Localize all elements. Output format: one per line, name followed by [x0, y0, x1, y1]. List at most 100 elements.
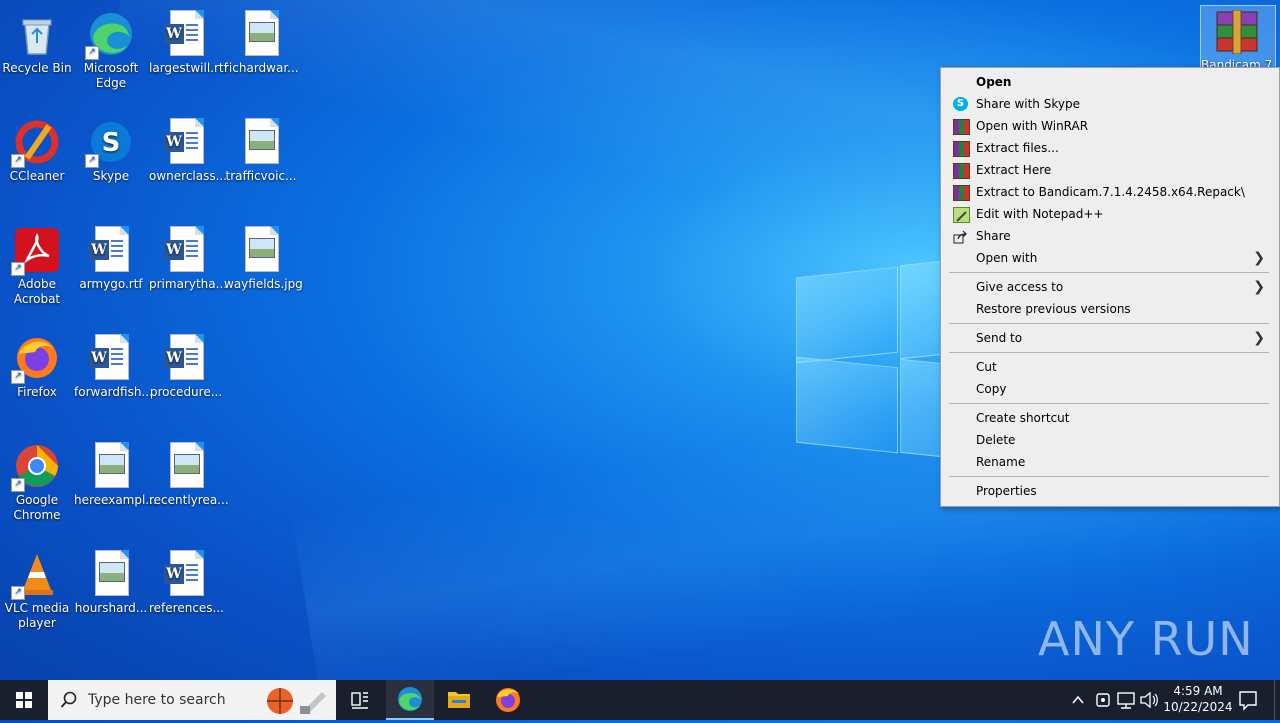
task-view-button[interactable] [336, 680, 384, 720]
menu-item-label: Cut [976, 360, 997, 374]
desktop-icon-label: armygo.rtf [79, 277, 143, 291]
desktop-icon-hereexampl[interactable]: hereexampl... [74, 438, 157, 508]
desktop-icon-recentlyrea[interactable]: recentlyrea... [149, 438, 229, 508]
desktop-icon-microsoft-edge[interactable]: ↗ Microsoft Edge [74, 6, 148, 91]
desktop-icon-adobe-acrobat[interactable]: ↗ Adobe Acrobat [0, 222, 74, 307]
desktop-icon-label: CCleaner [9, 169, 65, 183]
desktop-icon-label: Microsoft Edge [83, 61, 139, 90]
menu-item-share[interactable]: Share [943, 225, 1277, 247]
image-file-icon [237, 118, 285, 166]
desktop-icon-richardwar[interactable]: richardwar... [224, 6, 299, 76]
taskbar-firefox[interactable] [484, 680, 532, 720]
action-center-button[interactable] [1236, 680, 1260, 720]
desktop-icon-ownerclass[interactable]: W ownerclass... [149, 114, 227, 184]
desktop-icon-bandicam-archive[interactable]: Bandicam.7.1 [1200, 5, 1276, 72]
desktop-icon-hourshard[interactable]: hourshard... [74, 546, 148, 616]
taskbar: Type here to search 4:59 AM 10/22/2024 [0, 680, 1280, 720]
desktop-icon-label: forwardfish... [74, 385, 153, 399]
menu-item-extract-to-folder[interactable]: Extract to Bandicam.7.1.4.2458.x64.Repac… [943, 181, 1277, 203]
desktop-icon-largestwill[interactable]: W largestwill.rtf [149, 6, 228, 76]
desktop-icon-label: Google Chrome [13, 493, 61, 522]
start-button[interactable] [0, 680, 48, 720]
menu-item-rename[interactable]: Rename [943, 451, 1277, 473]
clock-date: 10/22/2024 [1163, 700, 1233, 714]
menu-item-label: Give access to [976, 280, 1064, 294]
acrobat-icon: ↗ [11, 226, 61, 276]
desktop-icon-google-chrome[interactable]: ↗ Google Chrome [0, 438, 74, 523]
menu-item-extract-files[interactable]: Extract files... [943, 137, 1277, 159]
menu-item-extract-here[interactable]: Extract Here [943, 159, 1277, 181]
menu-item-open[interactable]: Open [943, 71, 1277, 93]
menu-item-properties[interactable]: Properties [943, 480, 1277, 502]
image-file-icon [162, 442, 210, 490]
shortcut-arrow-icon: ↗ [85, 154, 99, 168]
network-icon [1117, 692, 1135, 709]
word-document-icon: W [87, 226, 135, 274]
menu-item-label: Copy [976, 382, 1007, 396]
desktop-icon-label: Firefox [17, 385, 57, 399]
desktop-icon-firefox[interactable]: ↗ Firefox [0, 330, 74, 400]
menu-separator [949, 403, 1269, 404]
desktop-icon-trafficvoic[interactable]: trafficvoic... [224, 114, 298, 184]
desktop-icon-label: hereexampl... [74, 493, 157, 507]
taskbar-edge[interactable] [386, 680, 434, 720]
menu-item-cut[interactable]: Cut [943, 356, 1277, 378]
word-document-icon: W [162, 226, 210, 274]
menu-item-label: Extract to Bandicam.7.1.4.2458.x64.Repac… [976, 185, 1245, 199]
taskbar-search-box[interactable]: Type here to search [48, 680, 336, 720]
task-view-icon [351, 692, 368, 709]
edge-icon [398, 687, 422, 711]
word-document-icon: W [162, 118, 210, 166]
tray-device-icon-button[interactable] [1092, 680, 1114, 720]
desktop-icon-label: recentlyrea... [149, 493, 229, 507]
menu-item-restore-previous-versions[interactable]: Restore previous versions [943, 298, 1277, 320]
network-button[interactable] [1115, 680, 1137, 720]
desktop-icon-ccleaner[interactable]: ↗ CCleaner [0, 114, 74, 184]
image-file-icon [87, 550, 135, 598]
desktop-icon-skype[interactable]: S ↗ Skype [74, 114, 148, 184]
menu-item-send-to[interactable]: Send to ❯ [943, 327, 1277, 349]
chevron-up-icon [1072, 695, 1084, 704]
menu-separator [949, 272, 1269, 273]
word-document-icon: W [162, 334, 210, 382]
desktop-icon-label: largestwill.rtf [149, 61, 228, 75]
taskbar-file-explorer[interactable] [435, 680, 483, 720]
desktop-icon-vlc[interactable]: ↗ VLC media player [0, 546, 74, 631]
menu-item-create-shortcut[interactable]: Create shortcut [943, 407, 1277, 429]
desktop-icon-procedure[interactable]: W procedure... [149, 330, 223, 400]
show-desktop-button[interactable] [1274, 680, 1280, 720]
menu-item-label: Extract files... [976, 141, 1059, 155]
volume-button[interactable] [1138, 680, 1160, 720]
desktop-icon-recycle-bin[interactable]: Recycle Bin [0, 6, 74, 76]
clock-time: 4:59 AM [1173, 684, 1223, 698]
menu-item-label: Share with Skype [976, 97, 1080, 111]
desktop-icon-forwardfish[interactable]: W forwardfish... [74, 330, 153, 400]
notification-icon [1239, 691, 1257, 711]
skype-icon: S [953, 97, 968, 111]
desktop-icon-armygo[interactable]: W armygo.rtf [74, 222, 148, 292]
firefox-icon [496, 688, 520, 712]
menu-separator [949, 323, 1269, 324]
menu-item-edit-with-notepadpp[interactable]: Edit with Notepad++ [943, 203, 1277, 225]
menu-item-share-with-skype[interactable]: S Share with Skype [943, 93, 1277, 115]
desktop-icon-primarytha[interactable]: W primarytha... [149, 222, 227, 292]
word-document-icon: W [87, 334, 135, 382]
shortcut-arrow-icon: ↗ [11, 262, 25, 276]
menu-separator [949, 352, 1269, 353]
menu-item-delete[interactable]: Delete [943, 429, 1277, 451]
show-hidden-icons-button[interactable] [1068, 680, 1088, 720]
shortcut-arrow-icon: ↗ [11, 586, 25, 600]
taskbar-clock[interactable]: 4:59 AM 10/22/2024 [1160, 683, 1236, 715]
image-file-icon [87, 442, 135, 490]
menu-item-label: Open with [976, 251, 1038, 265]
desktop-icon-references[interactable]: W references... [149, 546, 224, 616]
desktop-icon-label: procedure... [149, 385, 223, 399]
menu-item-copy[interactable]: Copy [943, 378, 1277, 400]
menu-item-label: Create shortcut [976, 411, 1070, 425]
menu-item-open-with[interactable]: Open with ❯ [943, 247, 1277, 269]
folder-icon [448, 692, 470, 708]
menu-item-open-with-winrar[interactable]: Open with WinRAR [943, 115, 1277, 137]
menu-item-give-access-to[interactable]: Give access to ❯ [943, 276, 1277, 298]
desktop-icon-wayfields[interactable]: wayfields.jpg [224, 222, 303, 292]
recycle-bin-icon [13, 10, 61, 58]
